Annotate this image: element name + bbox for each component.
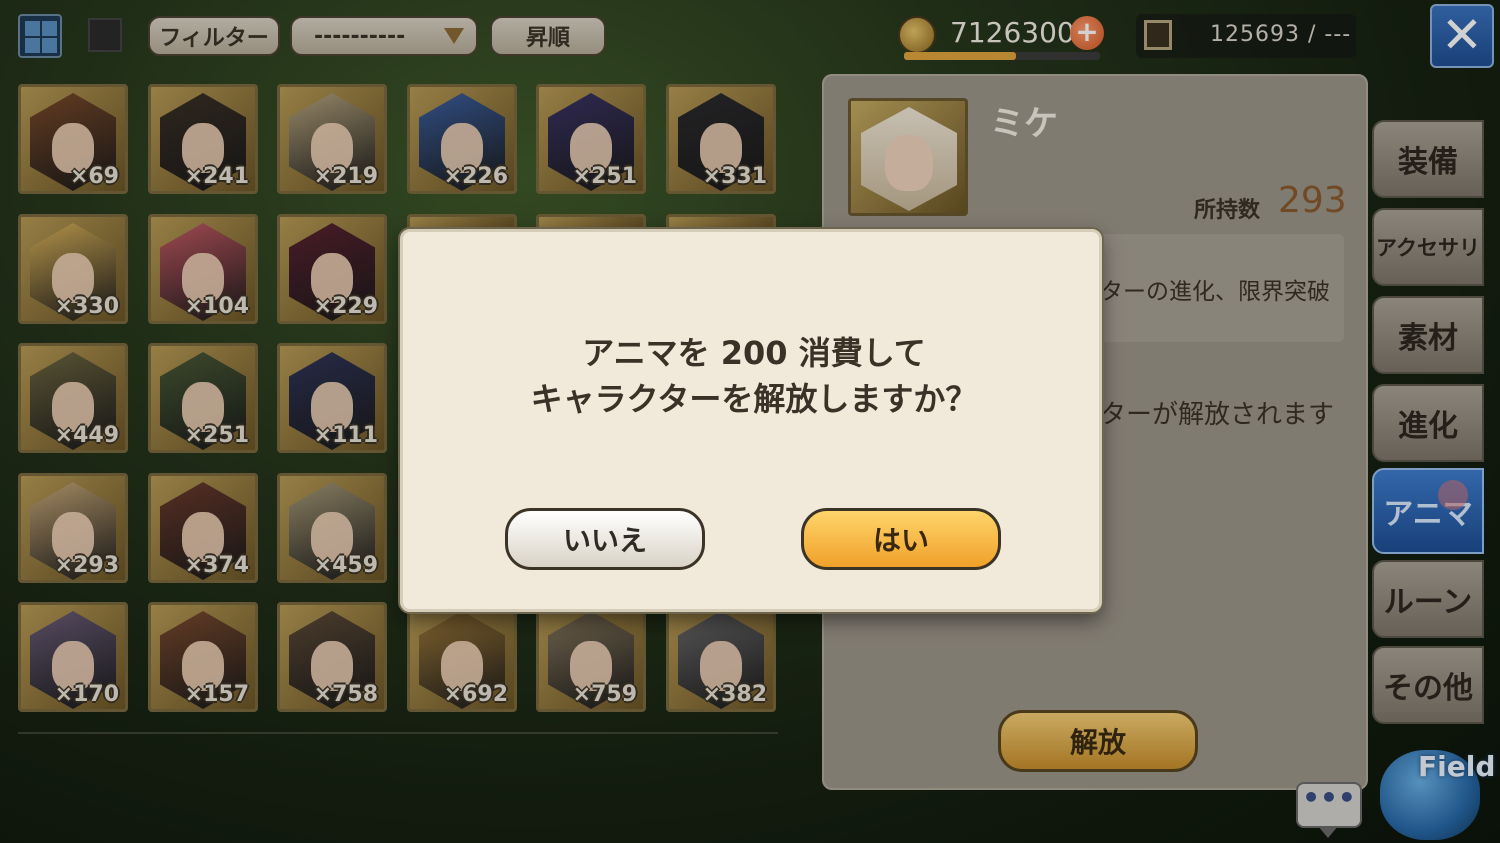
dialog-message-line2: キャラクターを解放しますか？ <box>530 380 978 418</box>
confirm-dialog: アニマを 200 消費して キャラクターを解放しますか？ いいえ はい <box>400 229 1102 612</box>
dialog-message-line1: アニマを 200 消費して <box>582 334 926 372</box>
no-button[interactable]: いいえ <box>505 508 705 570</box>
yes-button[interactable]: はい <box>801 508 1001 570</box>
